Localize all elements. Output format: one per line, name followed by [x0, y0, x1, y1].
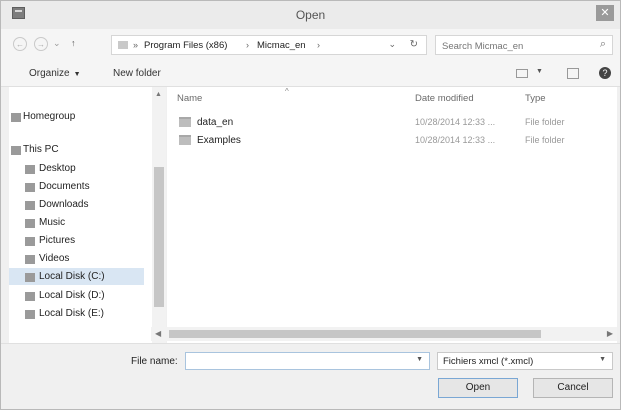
back-arrow-icon: ←	[16, 40, 24, 49]
drive-icon	[25, 273, 35, 282]
chevron-down-icon: ▼	[73, 71, 81, 78]
sidebar-item-pictures[interactable]: Pictures	[39, 235, 75, 246]
search-icon[interactable]: ⌕	[600, 38, 606, 51]
sidebar-item-this-pc[interactable]: This PC	[23, 144, 59, 155]
up-arrow-icon: ↑	[71, 38, 76, 48]
horizontal-scrollbar[interactable]: ◀ ▶	[151, 327, 617, 341]
navigation-pane: Homegroup This PC Desktop Documents Down…	[9, 87, 166, 343]
title-bar: Open ✕	[1, 1, 620, 29]
breadcrumb-separator-icon: »	[133, 40, 139, 50]
forward-button[interactable]: →	[34, 37, 48, 51]
column-header-name[interactable]: Name	[177, 93, 202, 104]
drive-icon	[25, 310, 35, 319]
sidebar-item-documents[interactable]: Documents	[39, 181, 90, 192]
command-bar: Organize ▼ New folder ▼ ?	[1, 61, 620, 87]
search-box[interactable]: ⌕	[435, 35, 613, 55]
scroll-up-icon[interactable]: ▲	[155, 91, 162, 98]
up-button[interactable]: ↑	[71, 38, 76, 48]
file-type: File folder	[525, 135, 565, 145]
column-header-date-modified[interactable]: Date modified	[415, 93, 474, 104]
column-header-type[interactable]: Type	[525, 93, 546, 104]
scroll-right-icon[interactable]: ▶	[607, 329, 613, 338]
address-bar[interactable]: » Program Files (x86) › Micmac_en › ⌄ ↻	[111, 35, 427, 55]
homegroup-icon	[11, 113, 21, 122]
sidebar-item-homegroup[interactable]: Homegroup	[23, 111, 75, 122]
breadcrumb-separator-icon: ›	[246, 40, 249, 50]
preview-pane-icon[interactable]	[567, 68, 579, 79]
sidebar-item-downloads[interactable]: Downloads	[39, 199, 88, 210]
file-list: ^ Name Date modified Type data_en 10/28/…	[167, 87, 617, 343]
file-type-filter-value: Fichiers xmcl (*.xmcl)	[443, 356, 534, 367]
organize-button[interactable]: Organize ▼	[29, 68, 81, 79]
address-dropdown-icon[interactable]: ⌄	[388, 39, 396, 50]
chevron-down-icon: ▼	[599, 356, 606, 363]
file-type-filter[interactable]: Fichiers xmcl (*.xmcl) ▼	[437, 352, 613, 370]
drive-icon	[25, 292, 35, 301]
documents-icon	[25, 183, 35, 192]
file-row-examples[interactable]: Examples 10/28/2014 12:33 ... File folde…	[167, 131, 607, 149]
folder-icon	[179, 135, 191, 145]
change-view-icon[interactable]	[516, 69, 528, 78]
file-name-combobox[interactable]: ▼	[185, 352, 430, 370]
help-icon[interactable]: ?	[599, 67, 611, 79]
computer-icon	[11, 146, 21, 155]
window-title: Open	[295, 8, 326, 22]
file-type: File folder	[525, 117, 565, 127]
open-dialog: Open ✕ ← → ⌄ ↑ » Program Files (x86) › M…	[0, 0, 621, 410]
downloads-icon	[25, 201, 35, 210]
scrollbar-thumb[interactable]	[169, 330, 541, 338]
pictures-icon	[25, 237, 35, 246]
file-name-label: File name:	[131, 356, 178, 367]
sidebar-item-music[interactable]: Music	[39, 217, 65, 228]
sort-ascending-icon: ^	[285, 87, 289, 96]
file-name: Examples	[197, 135, 241, 146]
scrollbar-thumb[interactable]	[154, 167, 164, 307]
folder-icon	[118, 41, 128, 49]
breadcrumb-program-files[interactable]: Program Files (x86)	[144, 40, 227, 51]
new-folder-button[interactable]: New folder	[113, 68, 161, 79]
forward-arrow-icon: →	[37, 40, 45, 49]
sidebar-item-local-disk-c[interactable]: Local Disk (C:)	[39, 271, 105, 282]
chevron-down-icon[interactable]: ▼	[416, 356, 423, 363]
navigation-bar: ← → ⌄ ↑ » Program Files (x86) › Micmac_e…	[1, 29, 620, 61]
desktop-icon	[25, 165, 35, 174]
sidebar-item-local-disk-e[interactable]: Local Disk (E:)	[39, 308, 104, 319]
search-input[interactable]	[440, 38, 594, 54]
sidebar-item-local-disk-d[interactable]: Local Disk (D:)	[39, 290, 105, 301]
scroll-left-icon[interactable]: ◀	[155, 329, 161, 338]
file-name: data_en	[197, 117, 234, 128]
dialog-footer: File name: ▼ Fichiers xmcl (*.xmcl) ▼ Op…	[1, 343, 620, 409]
breadcrumb-micmac[interactable]: Micmac_en	[257, 40, 306, 51]
folder-icon	[179, 117, 191, 127]
breadcrumb-separator-icon: ›	[317, 40, 320, 50]
organize-label: Organize	[29, 68, 70, 79]
cancel-button[interactable]: Cancel	[533, 378, 613, 398]
file-name-input[interactable]	[190, 355, 414, 369]
videos-icon	[25, 255, 35, 264]
refresh-icon[interactable]: ↻	[410, 39, 418, 50]
music-icon	[25, 219, 35, 228]
back-button[interactable]: ←	[13, 37, 27, 51]
view-options-chevron-icon[interactable]: ▼	[536, 68, 543, 75]
sidebar-item-videos[interactable]: Videos	[39, 253, 69, 264]
file-date: 10/28/2014 12:33 ...	[415, 117, 496, 127]
file-date: 10/28/2014 12:33 ...	[415, 135, 496, 145]
open-button[interactable]: Open	[438, 378, 518, 398]
navigation-scrollbar[interactable]: ▲ ▼	[152, 87, 166, 343]
close-button[interactable]: ✕	[596, 5, 614, 21]
sidebar-item-desktop[interactable]: Desktop	[39, 163, 76, 174]
file-row-data-en[interactable]: data_en 10/28/2014 12:33 ... File folder	[167, 113, 607, 131]
recent-locations-chevron-icon[interactable]: ⌄	[53, 38, 61, 49]
close-icon: ✕	[600, 7, 610, 19]
